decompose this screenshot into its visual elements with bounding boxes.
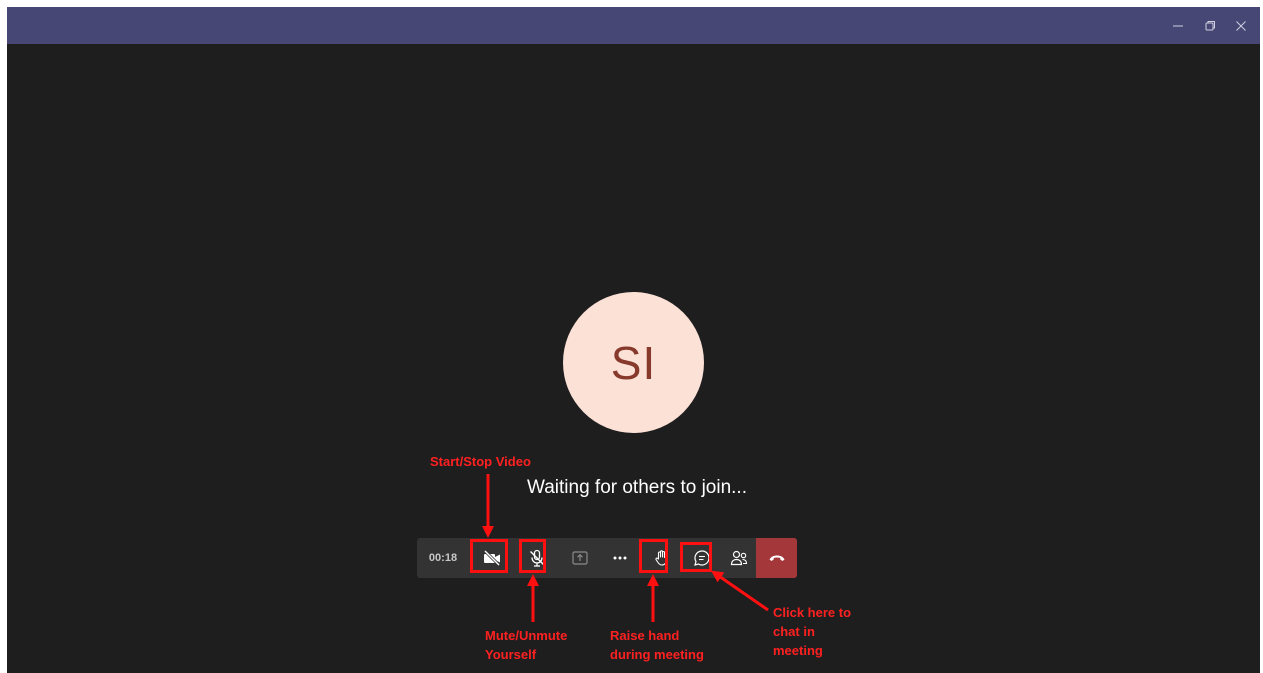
call-timer: 00:18 — [428, 552, 458, 564]
avatar: SI — [563, 292, 704, 433]
chat-callout-line: meeting — [773, 643, 823, 658]
meeting-window: SI Waiting for others to join... 00:18 — [7, 7, 1260, 673]
share-tray-icon — [572, 551, 588, 565]
mute-callout-line: Yourself — [485, 647, 537, 662]
title-bar — [7, 7, 1260, 44]
chat-highlight-box — [680, 542, 712, 572]
leave-call-button[interactable] — [756, 538, 797, 578]
mic-highlight-box — [519, 539, 546, 573]
video-highlight-box — [470, 539, 508, 573]
hand-callout-line: Raise hand — [610, 628, 680, 643]
more-icon — [613, 556, 627, 560]
more-actions-button[interactable] — [601, 538, 639, 578]
hand-highlight-box — [639, 539, 668, 573]
people-icon — [730, 550, 748, 566]
hand-callout-line: during meeting — [610, 647, 704, 662]
close-icon[interactable] — [1225, 7, 1257, 44]
share-button[interactable] — [561, 538, 599, 578]
restore-icon[interactable] — [1194, 7, 1226, 44]
chat-callout-line: chat in — [773, 624, 815, 639]
participants-button[interactable] — [720, 538, 758, 578]
minimize-icon[interactable] — [1162, 7, 1194, 44]
hang-up-icon — [769, 555, 784, 561]
waiting-status: Waiting for others to join... — [526, 477, 747, 498]
mute-callout-line: Mute/Unmute — [485, 628, 568, 643]
mute-callout: Mute/Unmute Yourself — [485, 626, 567, 664]
avatar-initials: SI — [610, 336, 657, 389]
chat-callout: Click here to chat in meeting — [773, 603, 851, 660]
video-callout: Start/Stop Video — [430, 454, 531, 469]
chat-callout-line: Click here to — [773, 605, 852, 620]
hand-callout: Raise hand during meeting — [610, 626, 704, 664]
